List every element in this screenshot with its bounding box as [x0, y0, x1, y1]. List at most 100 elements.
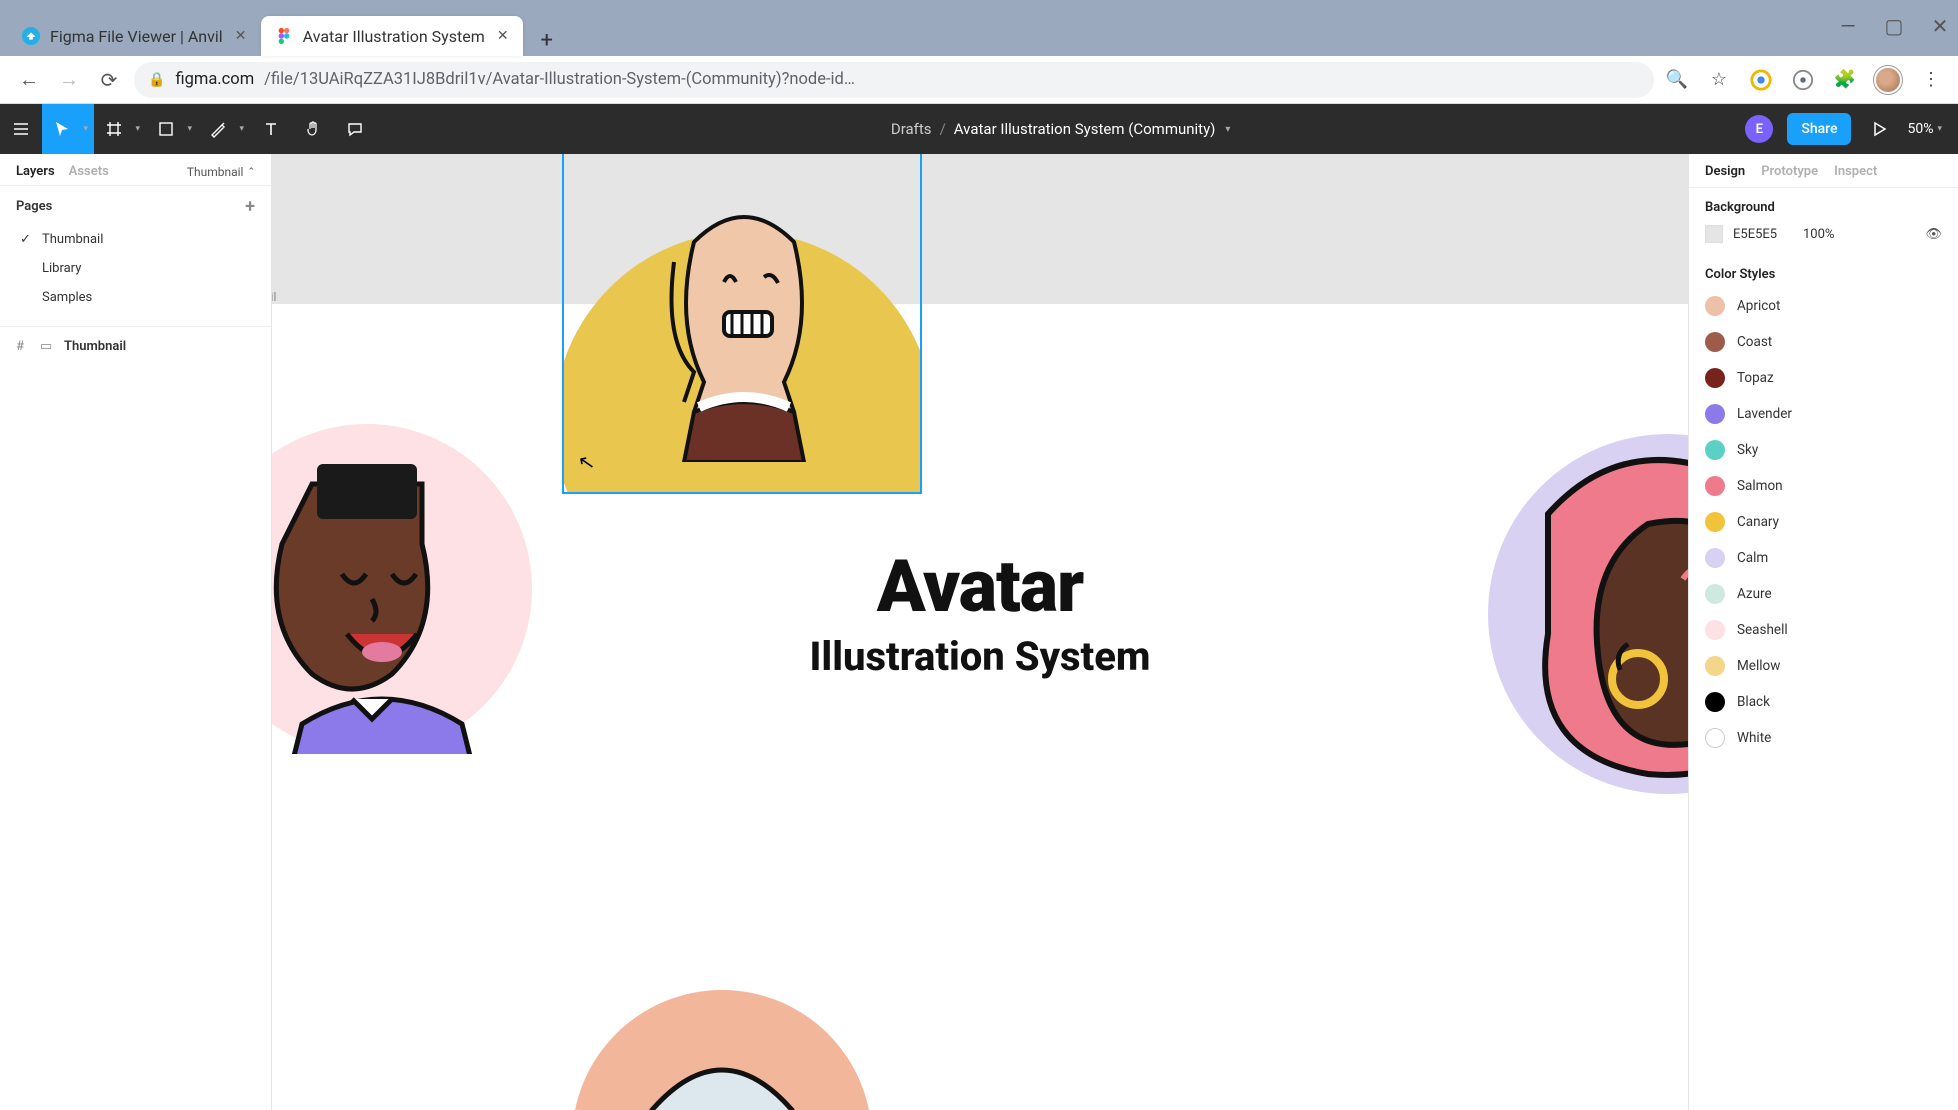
visibility-eye-icon[interactable]: 👁: [1925, 227, 1942, 242]
right-panel-tabs: Design Prototype Inspect: [1689, 154, 1958, 188]
comment-tool[interactable]: [334, 104, 376, 154]
tab-prototype[interactable]: Prototype: [1761, 164, 1818, 179]
color-style-name: Salmon: [1737, 478, 1783, 494]
color-swatch: [1705, 620, 1725, 640]
tab-layers[interactable]: Layers: [16, 164, 55, 179]
color-style-row[interactable]: Mellow: [1689, 648, 1958, 684]
profile-avatar[interactable]: [1874, 66, 1902, 94]
color-style-row[interactable]: Topaz: [1689, 360, 1958, 396]
canvas-background: [272, 154, 1688, 304]
color-style-row[interactable]: Calm: [1689, 540, 1958, 576]
layer-row-thumbnail[interactable]: # ▭ Thumbnail: [0, 331, 271, 362]
back-button[interactable]: ←: [14, 65, 44, 95]
color-swatch: [1705, 440, 1725, 460]
close-window-icon[interactable]: ✕: [1930, 14, 1950, 38]
url-bar[interactable]: 🔒 figma.com /file/13UAiRqZZA31IJ8Bdril1v…: [134, 62, 1654, 98]
bookmark-star-icon[interactable]: ☆: [1706, 67, 1732, 93]
move-tool[interactable]: ▾: [42, 104, 94, 154]
search-icon[interactable]: 🔍: [1664, 67, 1690, 93]
chevron-down-icon: ▾: [135, 124, 140, 134]
color-style-row[interactable]: Seashell: [1689, 612, 1958, 648]
page-item-library[interactable]: ✓ Library: [0, 254, 271, 283]
color-style-row[interactable]: Coast: [1689, 324, 1958, 360]
background-row[interactable]: E5E5E5 100% 👁: [1689, 221, 1958, 255]
color-style-name: Canary: [1737, 514, 1779, 530]
background-opacity[interactable]: 100%: [1803, 227, 1847, 242]
browser-tab-figma[interactable]: Avatar Illustration System ✕: [261, 16, 523, 56]
maximize-icon[interactable]: ▢: [1884, 14, 1904, 38]
color-style-row[interactable]: Canary: [1689, 504, 1958, 540]
page-selector[interactable]: Thumbnail ⌃: [187, 165, 255, 179]
color-swatch: [1705, 476, 1725, 496]
tab-inspect[interactable]: Inspect: [1834, 164, 1877, 179]
close-icon[interactable]: ✕: [233, 28, 249, 44]
extensions-puzzle-icon[interactable]: 🧩: [1832, 67, 1858, 93]
minimize-icon[interactable]: —: [1838, 14, 1858, 38]
text-tool[interactable]: [250, 104, 292, 154]
canvas[interactable]: ail: [272, 154, 1688, 1110]
share-button[interactable]: Share: [1787, 113, 1851, 145]
chevron-down-icon: ▾: [1937, 124, 1942, 134]
frame-tool[interactable]: ▾: [94, 104, 146, 154]
zoom-value: 50%: [1907, 121, 1933, 137]
left-panel-tabs: Layers Assets Thumbnail ⌃: [0, 154, 271, 186]
color-style-row[interactable]: Black: [1689, 684, 1958, 720]
color-swatch: [1705, 692, 1725, 712]
avatar-bottom: [572, 990, 872, 1110]
hand-tool[interactable]: [292, 104, 334, 154]
color-style-row[interactable]: Apricot: [1689, 288, 1958, 324]
background-swatch[interactable]: [1705, 225, 1723, 243]
color-style-name: Coast: [1737, 334, 1772, 350]
chevron-down-icon: ▾: [239, 124, 244, 134]
extension-eye-icon[interactable]: [1790, 67, 1816, 93]
color-style-row[interactable]: Salmon: [1689, 468, 1958, 504]
color-swatch: [1705, 728, 1725, 748]
color-style-name: Topaz: [1737, 370, 1774, 386]
lock-icon: 🔒: [148, 72, 165, 88]
color-style-name: Sky: [1737, 442, 1758, 458]
color-swatch: [1705, 584, 1725, 604]
avatar-face-center: [644, 202, 844, 462]
browser-tab-anvil[interactable]: Figma File Viewer | Anvil ✕: [8, 16, 261, 56]
forward-button[interactable]: →: [54, 65, 84, 95]
kebab-menu-icon[interactable]: ⋮: [1918, 67, 1944, 93]
color-style-row[interactable]: White: [1689, 720, 1958, 756]
present-button[interactable]: [1865, 104, 1893, 154]
tab-assets[interactable]: Assets: [69, 164, 109, 179]
breadcrumb[interactable]: Drafts / Avatar Illustration System (Com…: [376, 120, 1745, 138]
thumbnail-icon: ▭: [40, 339, 56, 354]
anvil-favicon-icon: [22, 27, 40, 45]
shape-tool[interactable]: ▾: [146, 104, 198, 154]
zoom-control[interactable]: 50% ▾: [1907, 121, 1942, 137]
chevron-down-icon: ▾: [187, 124, 192, 134]
frame-icon: #: [16, 339, 32, 354]
breadcrumb-root: Drafts: [891, 120, 932, 138]
color-style-name: White: [1737, 730, 1771, 746]
page-item-samples[interactable]: ✓ Samples: [0, 283, 271, 312]
color-style-row[interactable]: Sky: [1689, 432, 1958, 468]
tab-design[interactable]: Design: [1705, 164, 1745, 179]
reload-button[interactable]: ⟳: [94, 65, 124, 95]
add-page-button[interactable]: +: [245, 196, 255, 217]
right-panel: Design Prototype Inspect Background E5E5…: [1688, 154, 1958, 1110]
pen-tool[interactable]: ▾: [198, 104, 250, 154]
toolbar-right: E Share 50% ▾: [1745, 104, 1958, 154]
pages-header: Pages +: [0, 186, 271, 221]
color-style-name: Mellow: [1737, 658, 1780, 674]
close-icon[interactable]: ✕: [495, 28, 511, 44]
color-style-name: Black: [1737, 694, 1770, 710]
page-item-thumbnail[interactable]: ✓ Thumbnail: [0, 225, 271, 254]
extension-chrome-icon[interactable]: [1748, 67, 1774, 93]
new-tab-button[interactable]: +: [531, 24, 563, 56]
color-style-name: Azure: [1737, 586, 1772, 602]
color-style-row[interactable]: Lavender: [1689, 396, 1958, 432]
color-style-row[interactable]: Azure: [1689, 576, 1958, 612]
tab-title: Figma File Viewer | Anvil: [50, 27, 223, 46]
main-menu-button[interactable]: [0, 104, 42, 154]
avatar-left: [272, 424, 532, 754]
user-badge[interactable]: E: [1745, 115, 1773, 143]
selection-box[interactable]: [562, 154, 922, 494]
toolbar-right: 🔍 ☆ 🧩 ⋮: [1664, 66, 1944, 94]
background-hex[interactable]: E5E5E5: [1733, 227, 1793, 242]
color-swatch: [1705, 368, 1725, 388]
